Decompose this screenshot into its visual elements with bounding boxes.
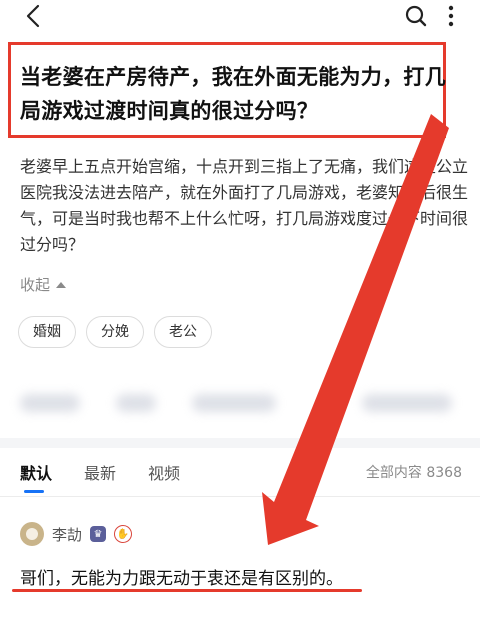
answer-author[interactable]: 李劼 ♛ ✋ xyxy=(20,522,133,546)
vertical-dots-icon[interactable] xyxy=(446,4,456,28)
question-body: 老婆早上五点开始宫缩，十点开到三指上了无痛，我们这是公立医院我没法进去陪产，就在… xyxy=(20,157,469,254)
tab-latest[interactable]: 最新 xyxy=(84,460,116,484)
answer-tabs: 默认 最新 视频 全部内容 8368 xyxy=(0,456,480,496)
topic-tag[interactable]: 分娩 xyxy=(86,316,144,348)
answer-text[interactable]: 哥们，无能为力跟无动于衷还是有区别的。 xyxy=(20,564,343,589)
topic-tag[interactable]: 婚姻 xyxy=(18,316,76,348)
search-icon[interactable] xyxy=(404,4,428,28)
blurred-item xyxy=(116,394,156,412)
answer-highlight-underline xyxy=(12,589,362,592)
blurred-item xyxy=(192,394,276,412)
tabs-separator xyxy=(0,496,480,497)
total-count: 全部内容 8368 xyxy=(365,465,462,481)
crown-badge-icon: ♛ xyxy=(90,526,107,542)
topic-tag[interactable]: 老公 xyxy=(154,316,212,348)
blurred-item xyxy=(20,394,80,412)
active-tab-indicator xyxy=(24,490,44,493)
caret-up-icon xyxy=(56,281,67,288)
section-divider xyxy=(0,438,480,448)
top-bar xyxy=(0,0,480,34)
chevron-left-icon[interactable] xyxy=(24,4,44,28)
collapse-button[interactable]: 收起 xyxy=(20,274,67,295)
question-title: 当老婆在产房待产，我在外面无能为力，打几局游戏过渡时间真的很过分吗？ xyxy=(20,65,446,123)
collapse-label: 收起 xyxy=(20,276,51,294)
author-name[interactable]: 李劼 xyxy=(52,524,82,545)
topic-tags: 婚姻 分娩 老公 xyxy=(18,316,212,348)
blurred-item xyxy=(362,394,452,412)
tab-default[interactable]: 默认 xyxy=(20,460,52,484)
blurred-action-row xyxy=(16,394,456,416)
avatar[interactable] xyxy=(20,522,44,546)
hand-badge-icon: ✋ xyxy=(114,525,133,543)
tab-video[interactable]: 视频 xyxy=(148,460,180,484)
